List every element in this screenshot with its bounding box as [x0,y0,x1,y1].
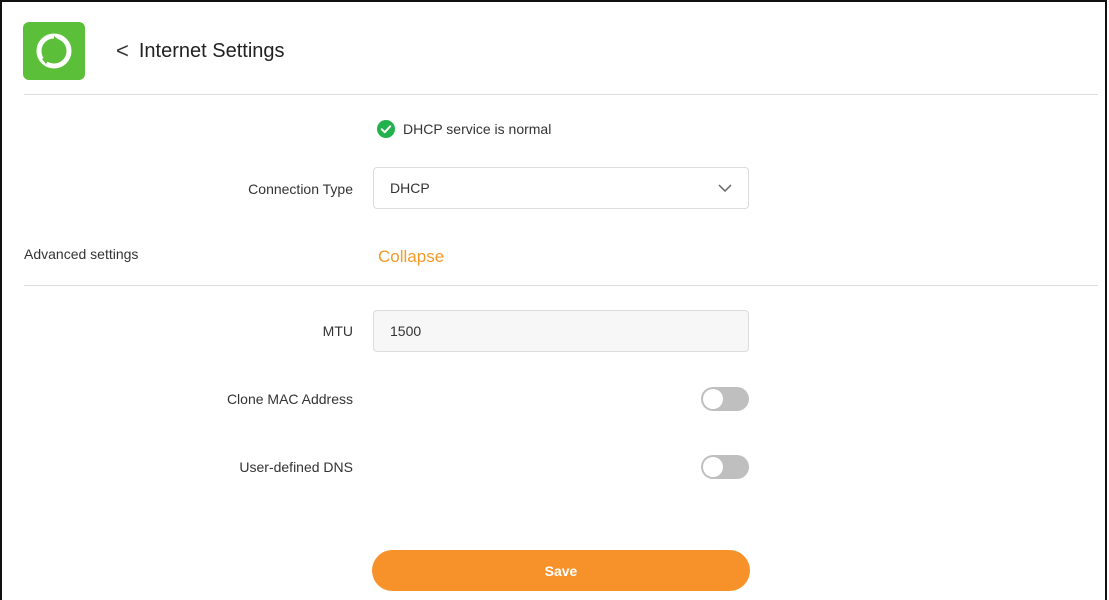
mtu-label: MTU [322,323,353,339]
connection-type-value: DHCP [390,180,430,196]
advanced-divider [24,285,1098,286]
router-app-icon[interactable] [23,22,85,80]
dhcp-status: DHCP service is normal [377,120,551,138]
save-button[interactable]: Save [372,550,750,591]
settings-page: < Internet Settings DHCP service is norm… [0,0,1107,600]
connection-type-label: Connection Type [248,181,353,197]
header-divider [24,94,1098,95]
toggle-knob [703,389,723,409]
toggle-knob [703,457,723,477]
chevron-down-icon [718,184,732,192]
advanced-settings-label: Advanced settings [24,246,139,262]
connection-type-select[interactable]: DHCP [373,167,749,209]
mtu-field[interactable] [373,310,749,352]
custom-dns-toggle[interactable] [701,455,749,479]
collapse-link[interactable]: Collapse [378,247,444,267]
clone-mac-label: Clone MAC Address [226,391,353,407]
dhcp-status-text: DHCP service is normal [403,121,552,137]
page-title: Internet Settings [138,39,285,62]
check-circle-icon [377,120,395,138]
clone-mac-toggle[interactable] [701,387,749,411]
page-header: < Internet Settings [116,38,285,64]
mtu-input[interactable] [390,323,732,339]
back-button[interactable]: < [116,38,129,64]
logo-glyph [36,33,72,69]
custom-dns-label: User-defined DNS [239,459,353,475]
